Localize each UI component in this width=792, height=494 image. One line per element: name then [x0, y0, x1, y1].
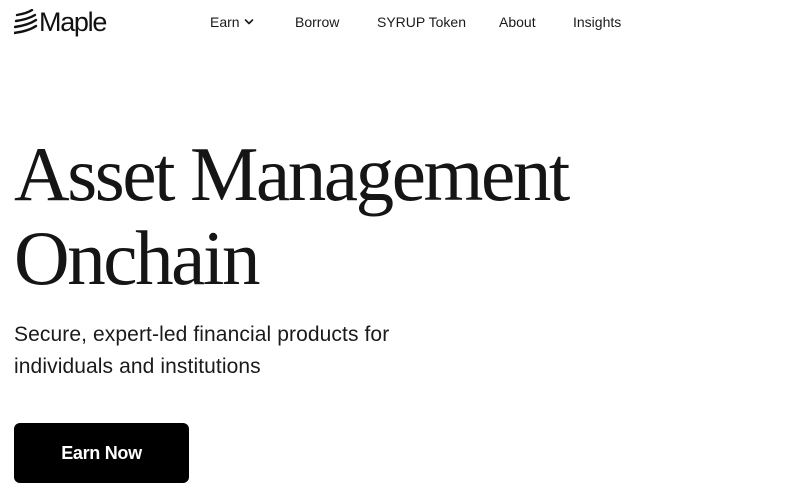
main-nav: Earn Borrow SYRUP Token About Insights [0, 0, 792, 44]
site-header: Maple Earn Borrow SYRUP Token About Insi… [0, 0, 792, 44]
nav-item-borrow[interactable]: Borrow [295, 13, 339, 31]
earn-now-button[interactable]: Earn Now [14, 423, 189, 483]
chevron-down-icon [244, 19, 253, 25]
nav-item-label: About [499, 14, 536, 30]
nav-item-earn[interactable]: Earn [210, 13, 254, 31]
nav-item-label: Earn [210, 14, 240, 30]
hero-subtitle-line-2: individuals and institutions [14, 355, 261, 378]
hero-subtitle-line-1: Secure, expert-led financial products fo… [14, 323, 390, 346]
nav-item-label: Insights [573, 14, 622, 30]
nav-item-label: SYRUP Token [377, 14, 466, 30]
hero-title: Asset Management Onchain [14, 131, 570, 301]
nav-item-syrup-token[interactable]: SYRUP Token [377, 13, 466, 31]
hero-title-line-1: Asset Management [14, 131, 570, 217]
hero-subtitle: Secure, expert-led financial products fo… [14, 319, 474, 383]
hero-title-line-2: Onchain [14, 215, 260, 301]
nav-item-insights[interactable]: Insights [573, 13, 621, 31]
nav-item-label: Borrow [295, 14, 340, 30]
nav-item-about[interactable]: About [499, 13, 536, 31]
